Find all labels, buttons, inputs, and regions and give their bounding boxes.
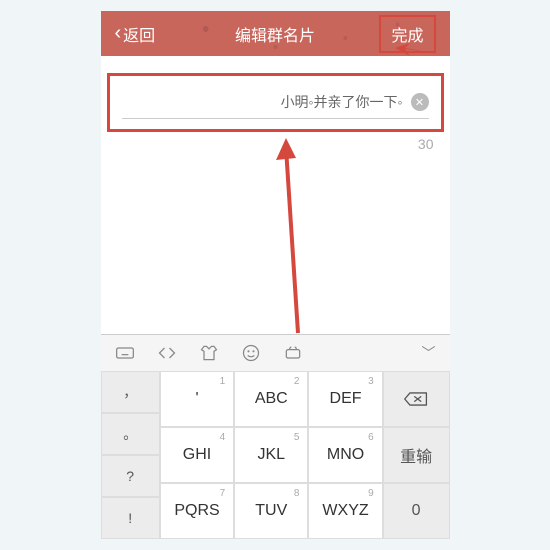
back-label: 返回 bbox=[123, 22, 155, 46]
key-GHI[interactable]: GHI4 bbox=[160, 427, 234, 483]
key-。[interactable]: 。 bbox=[101, 413, 160, 455]
smile-icon[interactable] bbox=[241, 343, 261, 363]
keyboard-icon[interactable] bbox=[115, 343, 135, 363]
key-?[interactable]: ? bbox=[101, 455, 160, 497]
key-![interactable]: ! bbox=[101, 497, 160, 539]
key-TUV[interactable]: TUV8 bbox=[234, 483, 308, 539]
chevron-left-icon: ‹ bbox=[115, 22, 122, 45]
header: ‹ 返回 编辑群名片 完成 bbox=[101, 11, 450, 56]
backspace-key[interactable] bbox=[383, 371, 450, 427]
shirt-icon[interactable] bbox=[199, 343, 219, 363]
input-highlight-box: 小明◦并亲了你一下◦ ✕ bbox=[107, 73, 444, 132]
char-counter: 30 bbox=[101, 132, 450, 152]
clear-icon[interactable]: ✕ bbox=[411, 93, 429, 111]
key-MNO[interactable]: MNO6 bbox=[308, 427, 382, 483]
key-ABC[interactable]: ABC2 bbox=[234, 371, 308, 427]
key-WXYZ[interactable]: WXYZ9 bbox=[308, 483, 382, 539]
misc-icon[interactable] bbox=[283, 343, 303, 363]
code-icon[interactable] bbox=[157, 343, 177, 363]
key-，[interactable]: ， bbox=[101, 371, 160, 413]
keyboard: ﹀ ，。?! '1ABC2DEF3 GHI4JKL5MNO6 PQRS7TUV8WXY… bbox=[101, 334, 450, 539]
back-button[interactable]: ‹ 返回 bbox=[115, 22, 156, 46]
key-0[interactable]: 0 bbox=[383, 483, 450, 539]
key-DEF[interactable]: DEF3 bbox=[308, 371, 382, 427]
done-button[interactable]: 完成 bbox=[379, 15, 435, 53]
key-JKL[interactable]: JKL5 bbox=[234, 427, 308, 483]
nickname-input[interactable]: 小明◦并亲了你一下◦ bbox=[281, 92, 403, 112]
key-PQRS[interactable]: PQRS7 bbox=[160, 483, 234, 539]
chevron-down-icon[interactable]: ﹀ bbox=[422, 343, 436, 363]
done-label: 完成 bbox=[391, 28, 423, 45]
key-重输[interactable]: 重输 bbox=[383, 427, 450, 483]
key-'[interactable]: '1 bbox=[160, 371, 234, 427]
